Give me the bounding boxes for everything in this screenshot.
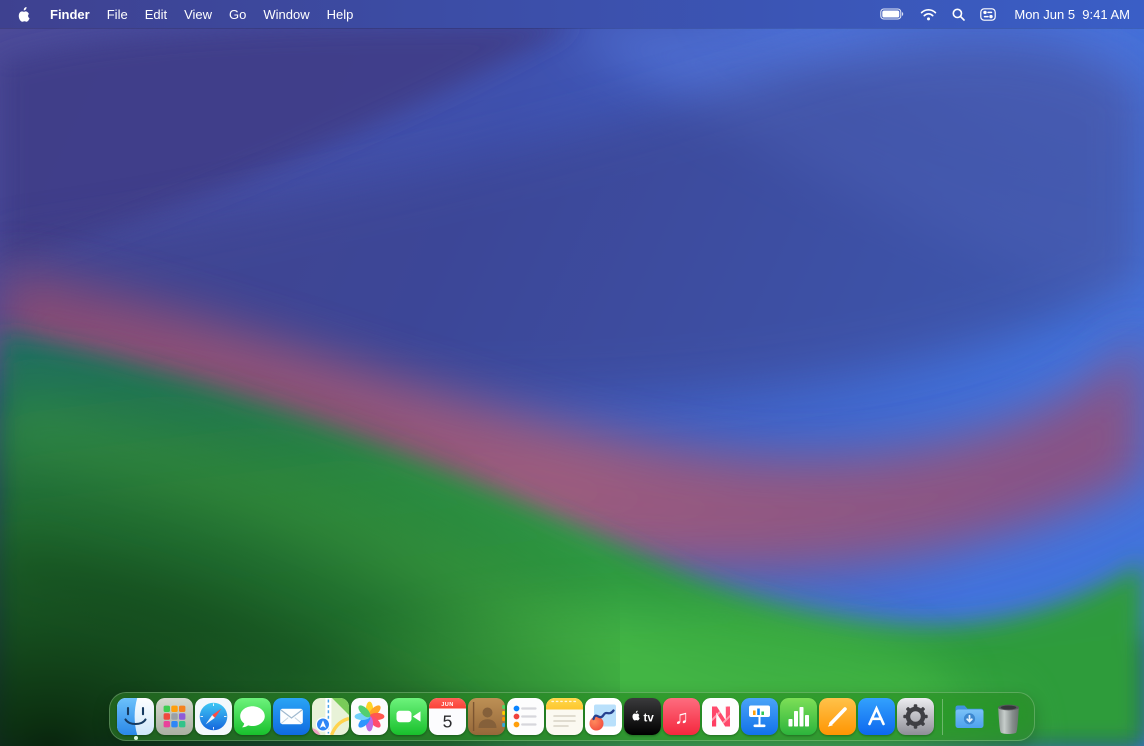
music-note-icon: ♫ [674,708,688,729]
dock-item-pages[interactable] [819,698,856,735]
reminders-icon [507,698,544,735]
dock-item-numbers[interactable] [780,698,817,735]
dock-item-photos[interactable] [351,698,388,735]
dock-item-keynote[interactable] [741,698,778,735]
trash-icon [990,698,1027,735]
dock-item-notes[interactable] [546,698,583,735]
dock-item-reminders[interactable] [507,698,544,735]
apple-tv-label: tv [644,713,655,725]
battery-icon[interactable] [880,8,905,20]
menu-item-file[interactable]: File [107,7,128,22]
dock-item-maps[interactable] [312,698,349,735]
calendar-icon: JUN 5 [429,698,466,735]
finder-icon [117,698,154,735]
dock-item-app-store[interactable] [858,698,895,735]
dock-item-music[interactable]: ♫ [663,698,700,735]
freeform-icon [585,698,622,735]
dock-item-downloads-folder[interactable] [951,698,988,735]
spotlight-search-icon[interactable] [952,8,965,21]
dock-item-launchpad[interactable] [156,698,193,735]
news-icon [702,698,739,735]
menu-item-finder[interactable]: Finder [50,7,90,22]
calendar-month-label: JUN [441,702,453,708]
dock-item-messages[interactable] [234,698,271,735]
dock-item-calendar[interactable]: JUN 5 [429,698,466,735]
dock-item-contacts[interactable] [468,698,505,735]
contacts-icon [468,698,505,735]
messages-icon [234,698,271,735]
calendar-day-label: 5 [443,712,453,732]
dock-divider [942,699,943,735]
menu-item-window[interactable]: Window [263,7,309,22]
finder-running-indicator [134,736,138,740]
photos-icon [351,698,388,735]
music-icon: ♫ [663,698,700,735]
dock-item-safari[interactable] [195,698,232,735]
mail-icon [273,698,310,735]
menu-item-edit[interactable]: Edit [145,7,167,22]
dock-item-finder[interactable] [117,698,154,735]
menu-item-help[interactable]: Help [327,7,354,22]
numbers-icon [780,698,817,735]
dock-item-news[interactable] [702,698,739,735]
dock-item-facetime[interactable] [390,698,427,735]
notes-icon [546,698,583,735]
dock-item-freeform[interactable] [585,698,622,735]
control-center-icon[interactable] [980,8,996,21]
apple-logo-icon [18,7,31,22]
dock-item-apple-tv[interactable]: tv [624,698,661,735]
menu-item-go[interactable]: Go [229,7,246,22]
dock-item-mail[interactable] [273,698,310,735]
pages-icon [819,698,856,735]
system-settings-icon [897,698,934,735]
safari-icon [195,698,232,735]
downloads-folder-icon [951,698,988,735]
facetime-icon [390,698,427,735]
maps-icon [312,698,349,735]
dock-item-system-settings[interactable] [897,698,934,735]
dock-item-trash[interactable] [990,698,1027,735]
menu-item-view[interactable]: View [184,7,212,22]
app-store-icon [858,698,895,735]
wifi-icon[interactable] [920,8,937,21]
menu-bar-left: Finder File Edit View Go Window Help [18,7,353,22]
menu-bar-status: Mon Jun 5 9:41 AM [880,7,1130,22]
keynote-icon [741,698,778,735]
dock: JUN 5 [109,692,1035,741]
menu-bar-clock[interactable]: Mon Jun 5 9:41 AM [1014,7,1130,22]
launchpad-icon [156,698,193,735]
apple-tv-icon: tv [624,698,661,735]
desktop-wallpaper [0,0,1144,746]
apple-menu-icon[interactable] [18,7,31,22]
menu-bar: Finder File Edit View Go Window Help [0,0,1144,28]
